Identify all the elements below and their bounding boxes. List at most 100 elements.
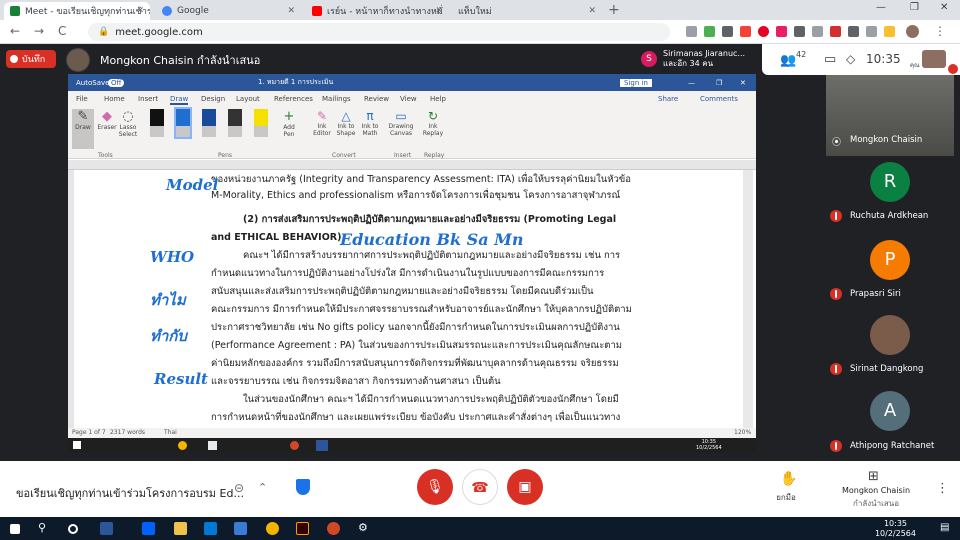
document-page[interactable]: ของหน่วยงานภาครัฐ (Integrity and Transpa… [68, 170, 756, 428]
close-icon[interactable]: ✕ [588, 6, 596, 16]
lasso-button[interactable]: ◌ Lasso Select [118, 109, 138, 138]
folder-icon[interactable] [174, 522, 187, 535]
close-icon[interactable]: ✕ [435, 6, 443, 16]
minimize-icon[interactable]: — [876, 2, 886, 13]
tab-new[interactable]: แท็บใหม่ ✕ [452, 2, 602, 20]
extension-icon[interactable] [740, 26, 751, 37]
extension-icon[interactable] [848, 26, 859, 37]
activities-icon[interactable]: ◇ [846, 52, 855, 66]
tab-google[interactable]: Google ✕ [156, 2, 301, 20]
extension-icon[interactable] [794, 26, 805, 37]
pinterest-icon[interactable] [758, 26, 769, 37]
pencil-icon[interactable] [228, 109, 242, 137]
add-pen-button[interactable]: + Add Pen [278, 109, 300, 138]
participant-tile[interactable]: Sirinat Dangkong [826, 305, 954, 383]
menu-layout[interactable]: Layout [236, 95, 260, 103]
taskview-icon[interactable] [100, 522, 113, 535]
windows-icon[interactable] [73, 441, 81, 449]
shield-icon[interactable] [296, 479, 310, 495]
menu-help[interactable]: Help [430, 95, 446, 103]
address-bar[interactable]: 🔒 meet.google.com [88, 23, 670, 41]
menu-home[interactable]: Home [104, 95, 125, 103]
close-icon[interactable]: ✕ [136, 6, 144, 16]
pen-black-icon[interactable] [150, 109, 164, 137]
chevron-up-icon[interactable]: ⌃ [258, 481, 267, 494]
extension-icon[interactable] [722, 26, 733, 37]
participant-tile[interactable]: A Athipong Ratchanet [826, 383, 954, 461]
camera-toggle-button[interactable]: ▣ [507, 469, 543, 505]
dropbox-icon[interactable] [142, 522, 155, 535]
menu-draw[interactable]: Draw [170, 95, 189, 105]
autosave-toggle[interactable]: Off [108, 78, 125, 87]
ink-to-shape-button[interactable]: △ Ink to Shape [334, 109, 358, 137]
forward-button[interactable]: → [34, 24, 44, 38]
menu-view[interactable]: View [400, 95, 417, 103]
people-icon[interactable]: 👥 [780, 53, 796, 68]
menu-references[interactable]: References [274, 95, 313, 103]
signin-button[interactable]: Sign in [620, 78, 652, 87]
ink-replay-button[interactable]: ↻ Ink Replay [420, 109, 446, 137]
profile-avatar[interactable] [906, 25, 919, 38]
maximize-icon[interactable]: ❐ [716, 79, 722, 87]
scrollbar[interactable] [743, 170, 753, 428]
participant-tile[interactable]: Mongkon Chaisin ⦿ [826, 75, 954, 156]
close-icon[interactable]: ✕ [740, 79, 746, 87]
end-call-button[interactable]: ☎ [462, 469, 498, 505]
pen-blue-icon[interactable] [174, 107, 192, 139]
menu-design[interactable]: Design [201, 95, 225, 103]
settings-icon[interactable]: ⚙ [358, 521, 371, 534]
store-icon[interactable] [204, 522, 217, 535]
ink-to-math-button[interactable]: π Ink to Math [358, 109, 382, 137]
share-button[interactable]: Share [658, 95, 678, 103]
bookmark-icon[interactable] [686, 26, 697, 37]
raise-hand-icon[interactable]: ✋ [780, 471, 797, 487]
close-window-icon[interactable]: ✕ [940, 2, 948, 13]
comments-button[interactable]: Comments [700, 95, 738, 103]
zoom-level[interactable]: 120% [734, 429, 751, 436]
meeting-title[interactable]: ขอเรียนเชิญทุกท่านเข้าร่วมโครงการอบรม Ed… [16, 484, 244, 502]
more-menu-icon[interactable]: ⋮ [934, 24, 946, 38]
notification-icon[interactable]: ▤ [940, 522, 953, 535]
mic-toggle-button[interactable]: 🎙 [417, 469, 453, 505]
chrome-icon[interactable] [178, 441, 187, 450]
draw-tool-button[interactable]: ✎ Draw [72, 109, 94, 149]
system-clock[interactable]: 10:35 10/2/2564 [875, 519, 916, 539]
menu-mailings[interactable]: Mailings [322, 95, 351, 103]
more-options-icon[interactable]: ⋮ [936, 481, 949, 496]
tab-meet[interactable]: Meet - ขอเรียนเชิญทุกท่านเข้าร่ ✕ [4, 2, 150, 20]
chrome-icon[interactable] [266, 522, 279, 535]
windows-start-icon[interactable] [10, 524, 20, 534]
present-icon[interactable]: ⊞ [868, 469, 879, 484]
illustrator-icon[interactable] [296, 522, 309, 535]
eraser-button[interactable]: ◆ Eraser [96, 109, 118, 131]
word-icon[interactable] [316, 440, 328, 451]
app-icon[interactable] [208, 441, 217, 450]
powerpoint-icon[interactable] [290, 441, 299, 450]
extension-icon[interactable] [866, 26, 877, 37]
menu-review[interactable]: Review [364, 95, 389, 103]
participant-tile[interactable]: P Prapasri Siri [826, 230, 954, 305]
extension-icon[interactable] [884, 26, 895, 37]
mail-icon[interactable] [234, 522, 247, 535]
search-icon[interactable]: ⚲ [38, 521, 51, 534]
extension-icon[interactable] [812, 26, 823, 37]
menu-file[interactable]: File [76, 95, 88, 103]
self-preview[interactable] [922, 50, 946, 68]
highlighter-icon[interactable] [254, 109, 268, 137]
copy-link-icon[interactable]: ⊝ [234, 481, 244, 495]
chat-icon[interactable]: ▭ [824, 52, 836, 67]
new-tab-button[interactable]: + [608, 2, 620, 18]
close-icon[interactable]: ✕ [287, 6, 295, 16]
extension-icon[interactable] [704, 26, 715, 37]
extension-icon[interactable] [776, 26, 787, 37]
back-button[interactable]: ← [10, 24, 20, 38]
drawing-canvas-button[interactable]: ▭ Drawing Canvas [386, 109, 416, 137]
maximize-icon[interactable]: ❐ [910, 2, 919, 13]
extension-icon[interactable] [830, 26, 841, 37]
minimize-icon[interactable]: — [688, 79, 695, 87]
tab-youtube[interactable]: เรย์น - หน้าหาก็ทางนำทางหมั่ ✕ [306, 2, 449, 20]
task-view-icon[interactable] [68, 524, 78, 534]
ink-editor-button[interactable]: ✎ Ink Editor [310, 109, 334, 137]
pen-darkblue-icon[interactable] [202, 109, 216, 137]
powerpoint-icon[interactable] [327, 522, 340, 535]
